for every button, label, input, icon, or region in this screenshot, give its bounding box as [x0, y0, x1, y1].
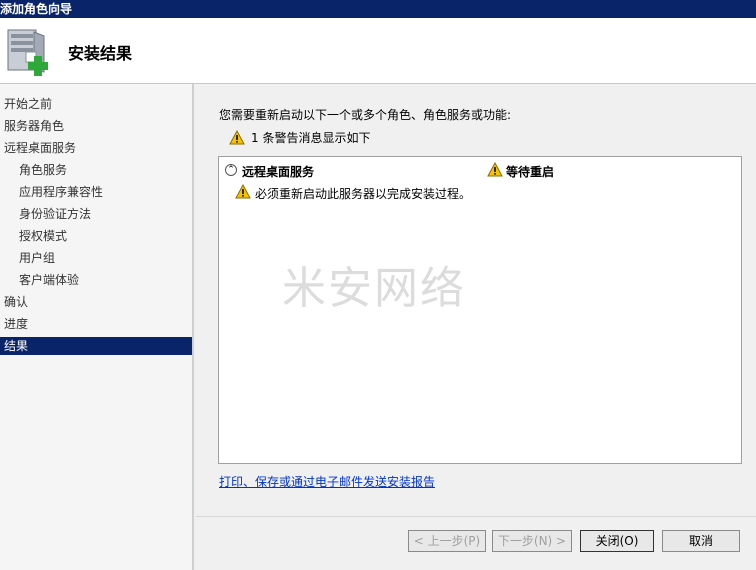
warning-summary-text: 1 条警告消息显示如下 — [251, 131, 371, 145]
sidebar-item-confirmation[interactable]: 确认 — [0, 293, 196, 311]
sidebar-item-app-compatibility[interactable]: 应用程序兼容性 — [0, 183, 211, 201]
prev-button[interactable]: < 上一步(P) — [408, 530, 486, 552]
page-title: 安装结果 — [68, 44, 133, 63]
sidebar-item-authentication-method[interactable]: 身份验证方法 — [0, 205, 211, 223]
result-role-name: 远程桌面服务 — [242, 165, 315, 179]
result-detail-text: 必须重新启动此服务器以完成安装过程。 — [255, 187, 472, 201]
collapse-chevron-icon[interactable]: ⌃ — [225, 164, 237, 176]
intro-text: 您需要重新启动以下一个或多个角色、角色服务或功能: — [219, 108, 512, 122]
close-button[interactable]: 关闭(O) — [580, 530, 654, 552]
server-add-icon — [7, 29, 48, 76]
warning-icon — [487, 162, 503, 177]
sidebar-item-results[interactable]: 结果 — [0, 337, 192, 355]
window-titlebar: 添加角色向导 — [0, 0, 756, 18]
sidebar-item-role-services[interactable]: 角色服务 — [0, 161, 211, 179]
report-link[interactable]: 打印、保存或通过电子邮件发送安装报告 — [219, 473, 435, 490]
sidebar-item-server-roles[interactable]: 服务器角色 — [0, 117, 196, 135]
sidebar-item-client-experience[interactable]: 客户端体验 — [0, 271, 211, 289]
warning-icon — [229, 129, 245, 145]
next-button[interactable]: 下一步(N) > — [492, 530, 572, 552]
sidebar-item-before-you-begin[interactable]: 开始之前 — [0, 95, 196, 113]
warning-icon — [235, 184, 251, 199]
sidebar-item-licensing-mode[interactable]: 授权模式 — [0, 227, 211, 245]
warning-summary: 1 条警告消息显示如下 — [229, 129, 370, 146]
footer-divider — [196, 516, 756, 517]
sidebar-item-progress[interactable]: 进度 — [0, 315, 196, 333]
cancel-button[interactable]: 取消 — [662, 530, 740, 552]
sidebar-item-remote-desktop-services[interactable]: 远程桌面服务 — [0, 139, 196, 157]
watermark-text: 米安网络 — [282, 263, 466, 314]
result-status-text: 等待重启 — [506, 165, 555, 179]
wizard-header: 安装结果 — [0, 18, 756, 84]
window-title: 添加角色向导 — [0, 2, 73, 16]
wizard-content: 您需要重新启动以下一个或多个角色、角色服务或功能: 1 条警告消息显示如下 ⌃ … — [196, 84, 756, 570]
sidebar-item-user-groups[interactable]: 用户组 — [0, 249, 211, 267]
result-row: ⌃ 远程桌面服务 等待重启 — [225, 162, 735, 180]
wizard-sidebar: 开始之前 服务器角色 远程桌面服务 角色服务 应用程序兼容性 身份验证方法 授权… — [0, 84, 194, 570]
